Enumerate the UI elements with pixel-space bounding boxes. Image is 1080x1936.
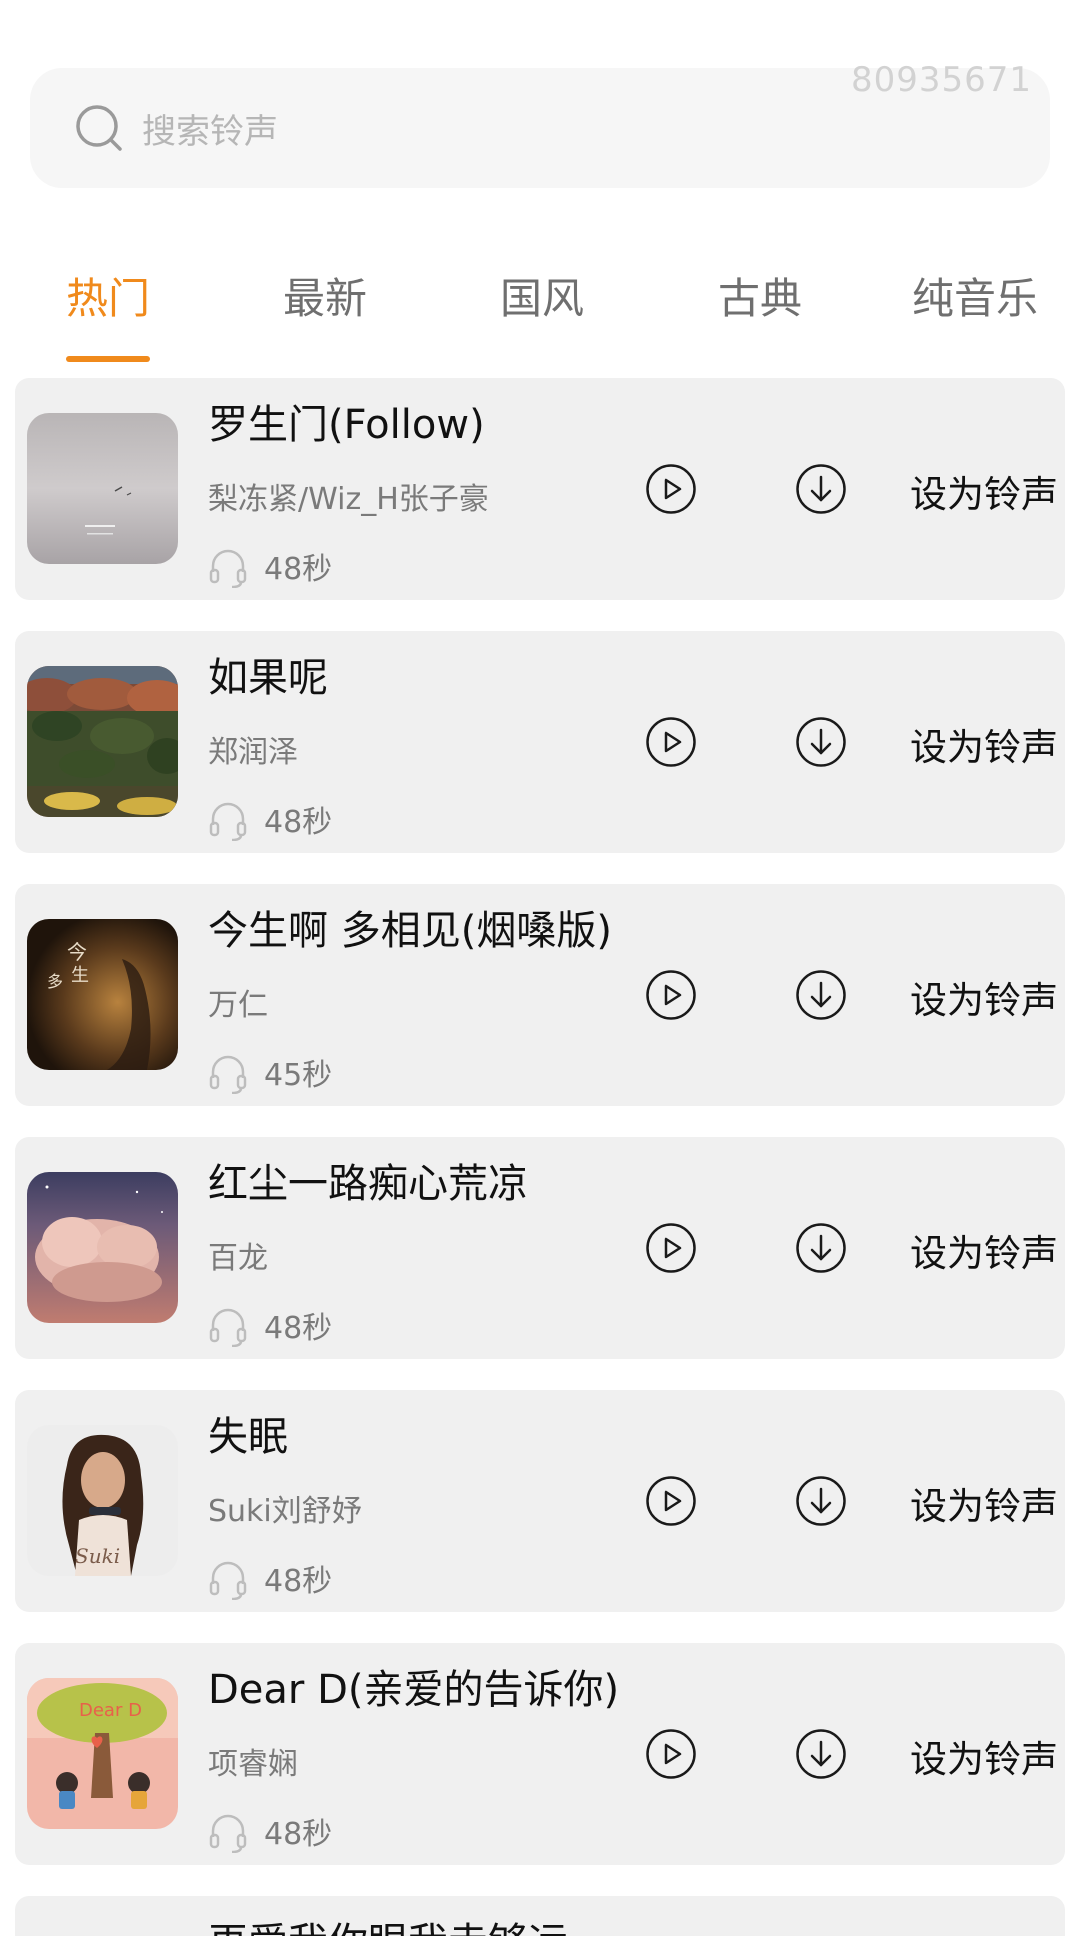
watermark-text: 80935671	[850, 60, 1032, 100]
ringtone-card[interactable]: Suki 失眠 Suki刘舒妤 48秒 设为铃声	[15, 1390, 1065, 1612]
set-ringtone-button[interactable]: 设为铃声	[910, 1223, 1058, 1277]
ringtone-card[interactable]: Dear D Dear D(亲爱的告诉你) 项睿娴 48秒 设为铃声	[15, 1643, 1065, 1865]
song-title: 红尘一路痴心荒凉	[208, 1161, 528, 1207]
download-icon[interactable]	[795, 1222, 847, 1274]
play-icon[interactable]	[645, 1222, 697, 1274]
play-icon[interactable]	[645, 1728, 697, 1780]
song-duration: 48秒	[264, 552, 333, 587]
song-artist: 梨冻紧/Wiz_H张子豪	[208, 482, 489, 517]
headphones-icon	[209, 549, 247, 588]
play-icon[interactable]	[645, 463, 697, 515]
ringtone-card[interactable]: 罗生门(Follow) 梨冻紧/Wiz_H张子豪 48秒 设为铃声	[15, 378, 1065, 600]
song-duration: 48秒	[264, 805, 333, 840]
search-placeholder: 搜索铃声	[142, 111, 278, 152]
play-icon[interactable]	[645, 969, 697, 1021]
song-duration: 48秒	[264, 1311, 333, 1346]
tab-pure-music[interactable]: 纯音乐	[912, 265, 1038, 326]
set-ringtone-button[interactable]: 设为铃声	[910, 970, 1058, 1024]
album-cover	[27, 1172, 178, 1323]
play-icon[interactable]	[645, 716, 697, 768]
svg-text:今: 今	[67, 940, 87, 964]
duration-row: 48秒	[208, 1556, 332, 1600]
album-cover	[27, 666, 178, 817]
album-cover: Dear D	[27, 1678, 178, 1829]
category-tabs: 热门 最新 国风 古典 纯音乐	[0, 255, 1080, 365]
search-icon	[74, 103, 124, 153]
album-cover	[27, 413, 178, 564]
svg-text:Suki: Suki	[75, 1544, 120, 1568]
active-tab-indicator	[66, 356, 150, 362]
song-title: 失眠	[208, 1414, 288, 1460]
headphones-icon	[209, 1561, 247, 1600]
svg-text:Dear D: Dear D	[79, 1700, 142, 1721]
song-title: 罗生门(Follow)	[208, 402, 485, 448]
set-ringtone-button[interactable]: 设为铃声	[910, 464, 1058, 518]
play-icon[interactable]	[645, 1475, 697, 1527]
song-artist: 项睿娴	[208, 1747, 298, 1782]
download-icon[interactable]	[795, 1728, 847, 1780]
set-ringtone-button[interactable]: 设为铃声	[910, 717, 1058, 771]
svg-text:生: 生	[71, 965, 89, 986]
download-icon[interactable]	[795, 463, 847, 515]
duration-row: 48秒	[208, 1303, 332, 1347]
set-ringtone-button[interactable]: 设为铃声	[910, 1729, 1058, 1783]
song-artist: Suki刘舒妤	[208, 1494, 362, 1529]
album-cover: Suki	[27, 1425, 178, 1576]
headphones-icon	[209, 1308, 247, 1347]
album-cover: 今 生 多	[27, 919, 178, 1070]
download-icon[interactable]	[795, 969, 847, 1021]
song-title: 今生啊 多相见(烟嗓版)	[208, 908, 612, 954]
headphones-icon	[209, 1055, 247, 1094]
duration-row: 45秒	[208, 1050, 332, 1094]
song-duration: 45秒	[264, 1058, 333, 1093]
song-title: Dear D(亲爱的告诉你)	[208, 1667, 620, 1713]
duration-row: 48秒	[208, 544, 332, 588]
download-icon[interactable]	[795, 716, 847, 768]
tab-newest[interactable]: 最新	[283, 265, 367, 326]
ringtone-card[interactable]: 如果呢 郑润泽 48秒 设为铃声	[15, 631, 1065, 853]
tab-guofeng[interactable]: 国风	[500, 265, 584, 326]
song-duration: 48秒	[264, 1564, 333, 1599]
set-ringtone-button[interactable]: 设为铃声	[910, 1476, 1058, 1530]
song-title: 再爱我你眼我走够远	[208, 1910, 568, 1936]
svg-text:多: 多	[47, 972, 63, 991]
ringtone-card[interactable]: 再爱我你眼我走够远	[15, 1896, 1065, 1936]
song-artist: 万仁	[208, 988, 268, 1023]
song-artist: 郑润泽	[208, 735, 298, 770]
ringtone-card[interactable]: 今 生 多 今生啊 多相见(烟嗓版) 万仁 45秒 设为铃声	[15, 884, 1065, 1106]
download-icon[interactable]	[795, 1475, 847, 1527]
song-title: 如果呢	[208, 655, 328, 701]
duration-row: 48秒	[208, 797, 332, 841]
ringtone-list: 罗生门(Follow) 梨冻紧/Wiz_H张子豪 48秒 设为铃声 如果呢 郑润…	[15, 378, 1065, 1936]
headphones-icon	[209, 802, 247, 841]
headphones-icon	[209, 1814, 247, 1853]
ringtone-card[interactable]: 红尘一路痴心荒凉 百龙 48秒 设为铃声	[15, 1137, 1065, 1359]
song-artist: 百龙	[208, 1241, 268, 1276]
tab-hot[interactable]: 热门	[66, 265, 150, 326]
tab-classical[interactable]: 古典	[718, 265, 802, 326]
song-duration: 48秒	[264, 1817, 333, 1852]
duration-row: 48秒	[208, 1809, 332, 1853]
